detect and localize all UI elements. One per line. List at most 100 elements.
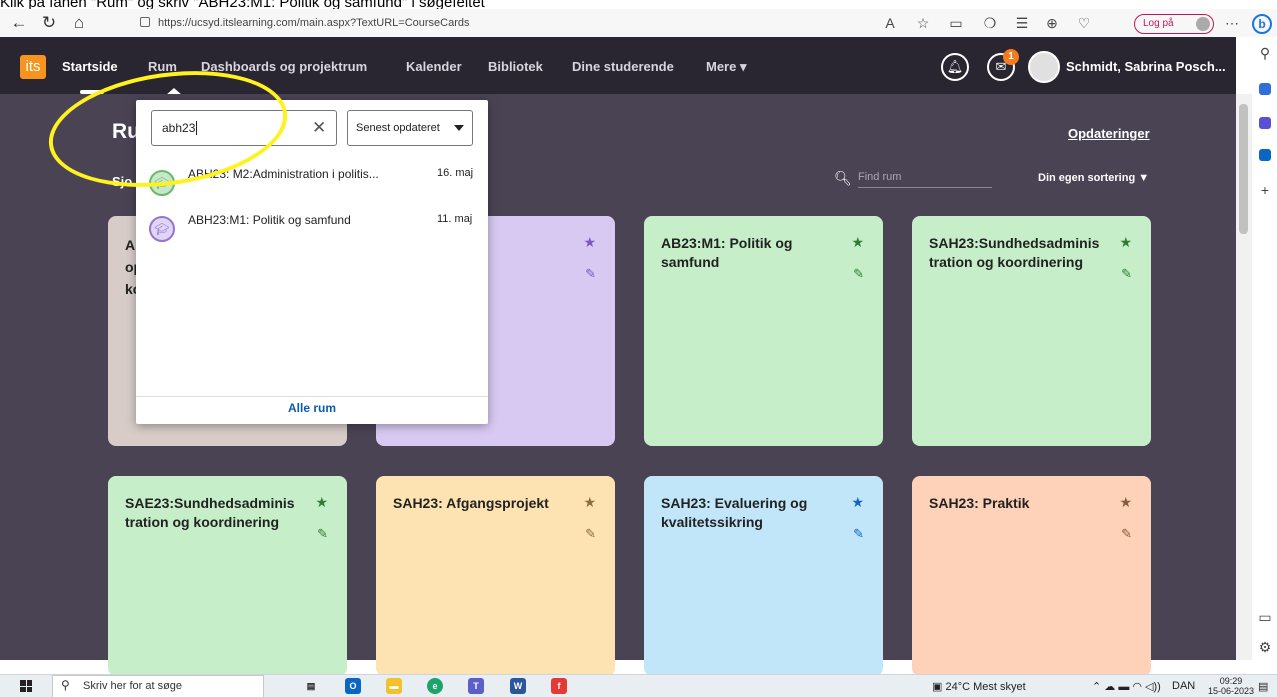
search-icon: ⚲	[61, 678, 70, 692]
clear-search-icon[interactable]: ✕	[312, 119, 326, 136]
nav-dine-studerende[interactable]: Dine studerende	[572, 59, 674, 74]
sidebar-settings-icon[interactable]: ⚙	[1255, 637, 1275, 657]
clock-date: 15-06-2023	[1208, 686, 1255, 696]
sidebar-split-icon[interactable]: ▭	[1255, 607, 1275, 627]
course-card[interactable]: SAH23: Evaluering og kvalitetssikring ★ …	[644, 476, 883, 676]
favorite-star-icon[interactable]: ★	[851, 234, 864, 251]
edge-sidebar: ⚲ + ▭ ⚙	[1252, 37, 1277, 660]
user-avatar[interactable]	[1028, 51, 1060, 83]
login-button[interactable]: Log på	[1134, 14, 1214, 34]
favorite-star-icon[interactable]: ★	[1119, 234, 1132, 251]
user-name[interactable]: Schmidt, Sabrina Posch...	[1066, 59, 1226, 74]
nav-startside[interactable]: Startside	[62, 59, 118, 74]
tray-icons[interactable]: ⌃ ☁ ▬ ◠ ◁))	[1092, 680, 1161, 693]
more-menu-icon[interactable]: ⋯	[1222, 13, 1242, 33]
search-icon: 🔍︎	[834, 170, 852, 186]
edit-pencil-icon[interactable]: ✎	[585, 526, 596, 542]
sort-select[interactable]: Senest opdateret	[347, 110, 473, 146]
divider	[136, 396, 488, 397]
course-card[interactable]: SAH23:Sundhedsadminis tration og koordin…	[912, 216, 1151, 446]
result-date: 11. maj	[437, 213, 473, 225]
edge-app-icon[interactable]: e	[427, 678, 443, 694]
card-title: AB23:M1: Politik og samfund	[661, 235, 793, 270]
scrollbar-thumb[interactable]	[1239, 104, 1248, 234]
course-card[interactable]: AB23:M1: Politik og samfund ★ ✎	[644, 216, 883, 446]
result-name: ABH23:M1: Politik og samfund	[188, 213, 351, 227]
result-date: 16. maj	[437, 167, 474, 179]
collections-icon[interactable]: ⊕	[1042, 13, 1062, 33]
outlook-app-icon[interactable]: O	[345, 678, 361, 694]
windows-start-icon[interactable]	[20, 680, 32, 692]
task-view-icon[interactable]: ▤	[303, 678, 319, 694]
profile-avatar-icon	[1196, 17, 1210, 31]
course-cap-icon: 🎓︎	[149, 216, 175, 242]
favorite-star-icon[interactable]: ☆	[913, 13, 933, 33]
teams-app-icon[interactable]: T	[468, 678, 484, 694]
bing-chat-icon[interactable]: b	[1252, 14, 1272, 34]
extensions-icon[interactable]: ❍	[980, 13, 1000, 33]
app-icon[interactable]: f	[551, 678, 567, 694]
edit-pencil-icon[interactable]: ✎	[317, 526, 328, 542]
bell-icon[interactable]: 🔔︎	[941, 53, 969, 81]
refresh-icon[interactable]: ↻	[38, 12, 60, 34]
find-room-input[interactable]	[858, 166, 992, 188]
edit-pencil-icon[interactable]: ✎	[853, 266, 864, 282]
search-result-item[interactable]: 🎓︎ ABH23:M1: Politik og samfund 11. maj	[136, 204, 488, 248]
favorite-star-icon[interactable]: ★	[315, 494, 328, 511]
edit-pencil-icon[interactable]: ✎	[1121, 526, 1132, 542]
lock-icon	[140, 17, 150, 27]
nav-mere[interactable]: Mere ▾	[706, 59, 747, 75]
favorites-list-icon[interactable]: ☰	[1012, 13, 1032, 33]
chat-badge: 1	[1003, 49, 1019, 65]
edit-pencil-icon[interactable]: ✎	[1121, 266, 1132, 282]
sidebar-tools-icon[interactable]	[1259, 117, 1271, 129]
edit-pencil-icon[interactable]: ✎	[853, 526, 864, 542]
sidebar-search-icon[interactable]: ⚲	[1255, 43, 1275, 63]
sidebar-add-icon[interactable]: +	[1255, 180, 1275, 200]
favorite-star-icon[interactable]: ★	[1119, 494, 1132, 511]
edit-pencil-icon[interactable]: ✎	[585, 266, 596, 282]
read-aloud-icon[interactable]: A	[880, 13, 900, 33]
sidebar-outlook-icon[interactable]	[1259, 149, 1271, 161]
screen: Klik på fanen "Rum" og skriv "ABH23:M1: …	[0, 0, 1277, 697]
card-title: SAH23:Sundhedsadminis tration og koordin…	[929, 235, 1100, 270]
word-app-icon[interactable]: W	[510, 678, 526, 694]
nav-kalender[interactable]: Kalender	[406, 59, 462, 74]
browser-essentials-icon[interactable]: ♡	[1074, 13, 1094, 33]
sort-select-value: Senest opdateret	[356, 122, 440, 134]
favorite-star-icon[interactable]: ★	[583, 494, 596, 511]
clock[interactable]: 09:29 15-06-2023	[1208, 676, 1254, 696]
windows-taskbar: ⚲ Skriv her for at søge ▤ O ▬ e T W f ▣ …	[0, 674, 1277, 697]
back-icon[interactable]: ←	[8, 12, 30, 34]
updates-link[interactable]: Opdateringer	[1068, 126, 1150, 141]
weather-widget[interactable]: ▣ 24°C Mest skyet	[932, 680, 1026, 693]
taskbar-search-placeholder: Skriv her for at søge	[83, 680, 183, 692]
course-card[interactable]: SAE23:Sundhedsadminis tration og koordin…	[108, 476, 347, 676]
its-logo[interactable]: its	[20, 55, 46, 79]
card-title: SAH23: Praktik	[929, 495, 1030, 511]
file-explorer-icon[interactable]: ▬	[386, 678, 402, 694]
login-label: Log på	[1143, 18, 1174, 29]
browser-toolbar: ← ↻ ⌂ https://ucsyd.itslearning.com/main…	[0, 9, 1277, 37]
reader-icon[interactable]: ▭	[946, 13, 966, 33]
url-text: https://ucsyd.itslearning.com/main.aspx?…	[158, 17, 470, 29]
course-card[interactable]: SAH23: Afgangsprojekt ★ ✎	[376, 476, 615, 676]
course-card[interactable]: SAH23: Praktik ★ ✎	[912, 476, 1151, 676]
language-indicator[interactable]: DAN	[1172, 680, 1195, 692]
weather-icon: ▣	[932, 681, 946, 693]
own-sort-select[interactable]: Din egen sortering ▼	[1038, 172, 1149, 184]
nav-bibliotek[interactable]: Bibliotek	[488, 59, 543, 74]
sidebar-shopping-icon[interactable]	[1259, 83, 1271, 95]
card-title: SAH23: Evaluering og kvalitetssikring	[661, 495, 808, 530]
all-rooms-link[interactable]: Alle rum	[136, 401, 488, 415]
weather-text: 24°C Mest skyet	[945, 681, 1026, 693]
favorite-star-icon[interactable]: ★	[851, 494, 864, 511]
notifications-icon[interactable]: ▤	[1258, 680, 1268, 693]
nav-dashboards[interactable]: Dashboards og projektrum	[201, 59, 367, 74]
chevron-down-icon	[454, 125, 464, 131]
card-title: SAE23:Sundhedsadminis tration og koordin…	[125, 495, 295, 530]
favorite-star-icon[interactable]: ★	[583, 234, 596, 251]
taskbar-search[interactable]: ⚲ Skriv her for at søge	[52, 675, 264, 697]
address-bar[interactable]: https://ucsyd.itslearning.com/main.aspx?…	[140, 13, 470, 33]
home-icon[interactable]: ⌂	[68, 12, 90, 34]
